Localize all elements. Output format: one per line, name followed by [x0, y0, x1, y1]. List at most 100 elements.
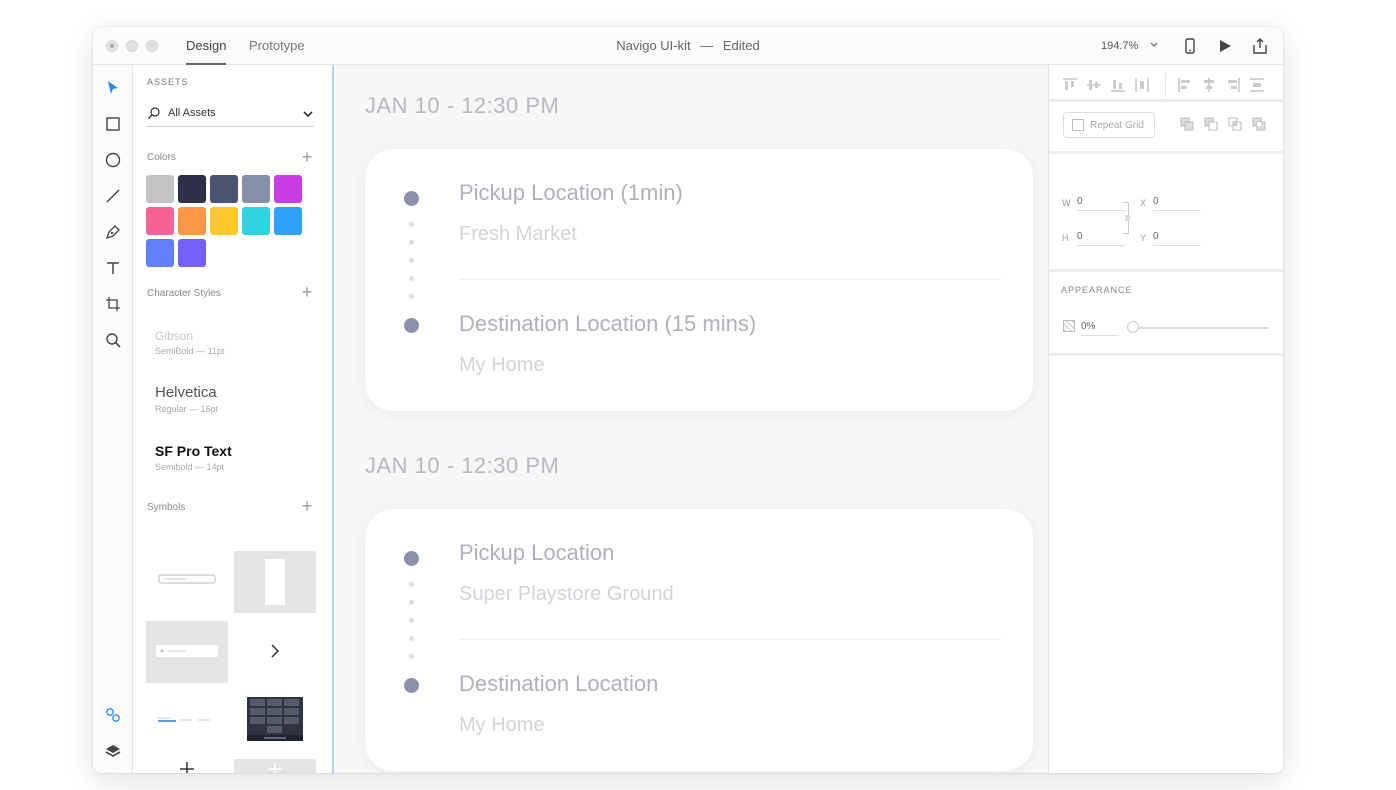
color-swatch[interactable] — [146, 207, 174, 235]
color-swatch[interactable] — [274, 207, 302, 235]
divider — [459, 279, 1001, 280]
destination-dot — [404, 318, 419, 333]
align-left-icon[interactable] — [1177, 77, 1193, 93]
add-symbol-button[interactable] — [234, 759, 316, 773]
add-symbol-icon[interactable]: + — [300, 497, 314, 515]
title-bar: Design Prototype Navigo UI-kit — Edited … — [93, 27, 1283, 65]
height-field[interactable]: 0 — [1077, 228, 1125, 246]
opacity-icon — [1063, 320, 1075, 332]
artboard-tool-icon[interactable] — [103, 294, 123, 314]
share-icon[interactable] — [1250, 36, 1270, 56]
pickup-place: Fresh Market — [459, 223, 577, 245]
route-dot — [409, 618, 414, 623]
character-style-name: SF Pro Text — [155, 443, 232, 459]
opacity-slider[interactable] — [1129, 327, 1269, 329]
window-close-button[interactable] — [106, 40, 118, 52]
character-style-meta: Regular — 16pt — [155, 404, 219, 414]
pickup-place: Super Playstore Ground — [459, 583, 674, 605]
route-dot — [409, 600, 414, 605]
symbols-section-label: Symbols — [147, 502, 186, 513]
pickup-title: Pickup Location — [459, 540, 615, 565]
device-preview-icon[interactable] — [1180, 36, 1200, 56]
assets-panel: ASSETS All Assets Colors + Character Sty… — [134, 65, 334, 773]
y-position-field[interactable]: 0 — [1153, 228, 1201, 246]
align-right-icon[interactable] — [1225, 77, 1241, 93]
ellipse-tool-icon[interactable] — [103, 150, 123, 170]
align-center-icon[interactable] — [1201, 77, 1217, 93]
property-inspector: Repeat Grid W 0 H 0 X 0 Y 0 APPEARANCE 0… — [1048, 65, 1283, 773]
ride-card[interactable]: Pickup Location Super Playstore Ground D… — [365, 509, 1033, 771]
ride-card[interactable]: Pickup Location (1min) Fresh Market Dest… — [365, 149, 1033, 411]
color-swatch[interactable] — [210, 175, 238, 203]
opacity-field[interactable]: 0% — [1081, 318, 1119, 336]
boolean-add-icon[interactable] — [1179, 116, 1195, 132]
align-middle-icon[interactable] — [1086, 77, 1102, 93]
play-icon[interactable] — [1215, 36, 1235, 56]
character-style-name: Gibson — [155, 329, 194, 343]
design-canvas[interactable]: JAN 10 - 12:30 PM Pickup Location (1min)… — [336, 65, 1048, 773]
assets-panel-icon[interactable] — [103, 705, 123, 725]
pickup-dot — [404, 551, 419, 566]
zoom-value: 194.7% — [1101, 40, 1139, 52]
color-swatch[interactable] — [178, 207, 206, 235]
destination-title: Destination Location (15 mins) — [459, 311, 757, 336]
route-dot — [409, 258, 414, 263]
character-style-item[interactable]: Helvetica Regular — 16pt — [155, 384, 218, 414]
window-minimize-button[interactable] — [126, 40, 138, 52]
window-maximize-button[interactable] — [146, 40, 158, 52]
color-swatch[interactable] — [242, 207, 270, 235]
symbol-thumbnail[interactable] — [146, 621, 228, 683]
add-character-style-icon[interactable]: + — [300, 283, 314, 301]
route-dot — [409, 222, 414, 227]
color-swatch[interactable] — [242, 175, 270, 203]
boolean-subtract-icon[interactable] — [1203, 116, 1219, 132]
symbol-thumbnail[interactable] — [234, 551, 316, 613]
character-style-item[interactable]: Gibson SemiBold — 11pt — [155, 329, 224, 356]
tab-prototype[interactable]: Prototype — [249, 38, 305, 53]
chevron-right-icon[interactable] — [234, 621, 316, 683]
tab-design[interactable]: Design — [186, 38, 227, 65]
divider — [459, 639, 1001, 640]
pen-tool-icon[interactable] — [103, 222, 123, 242]
opacity-slider-handle[interactable] — [1127, 321, 1139, 333]
symbol-thumbnail[interactable] — [234, 691, 316, 753]
add-color-icon[interactable]: + — [300, 148, 314, 166]
search-icon — [147, 106, 161, 125]
x-position-field[interactable]: 0 — [1153, 193, 1201, 211]
document-status: Edited — [722, 38, 760, 53]
color-swatch[interactable] — [178, 175, 206, 203]
asset-filter-dropdown[interactable]: All Assets — [146, 101, 314, 127]
layers-icon[interactable] — [103, 741, 123, 761]
zoom-tool-icon[interactable] — [103, 330, 123, 350]
x-label: X — [1140, 198, 1147, 208]
distribute-horizontal-icon[interactable] — [1134, 77, 1150, 93]
text-tool-icon[interactable] — [103, 258, 123, 278]
section-divider — [1049, 151, 1283, 154]
align-bottom-icon[interactable] — [1110, 77, 1126, 93]
repeat-grid-button[interactable]: Repeat Grid — [1063, 112, 1155, 138]
colors-section-label: Colors — [147, 152, 176, 163]
line-tool-icon[interactable] — [103, 186, 123, 206]
color-swatch[interactable] — [210, 207, 238, 235]
align-top-icon[interactable] — [1062, 77, 1078, 93]
boolean-exclude-icon[interactable] — [1251, 116, 1267, 132]
add-symbol-button[interactable] — [146, 759, 228, 773]
select-tool-icon[interactable] — [103, 78, 123, 98]
symbol-thumbnail[interactable] — [146, 691, 228, 753]
character-style-item[interactable]: SF Pro Text Semibold — 14pt — [155, 443, 232, 472]
boolean-intersect-icon[interactable] — [1227, 116, 1243, 132]
zoom-dropdown[interactable]: 194.7% — [1095, 36, 1163, 56]
rectangle-tool-icon[interactable] — [103, 114, 123, 134]
symbol-thumbnail[interactable] — [146, 551, 228, 613]
lock-icon[interactable] — [1125, 215, 1130, 221]
width-field[interactable]: 0 — [1077, 193, 1125, 211]
color-swatch[interactable] — [178, 239, 206, 267]
repeat-grid-icon — [1072, 119, 1084, 131]
app-window: Design Prototype Navigo UI-kit — Edited … — [93, 27, 1283, 773]
distribute-vertical-icon[interactable] — [1249, 77, 1265, 93]
color-swatch[interactable] — [274, 175, 302, 203]
color-swatch[interactable] — [146, 239, 174, 267]
color-swatch[interactable] — [146, 175, 174, 203]
destination-title: Destination Location — [459, 671, 659, 696]
pickup-title: Pickup Location (1min) — [459, 180, 683, 205]
